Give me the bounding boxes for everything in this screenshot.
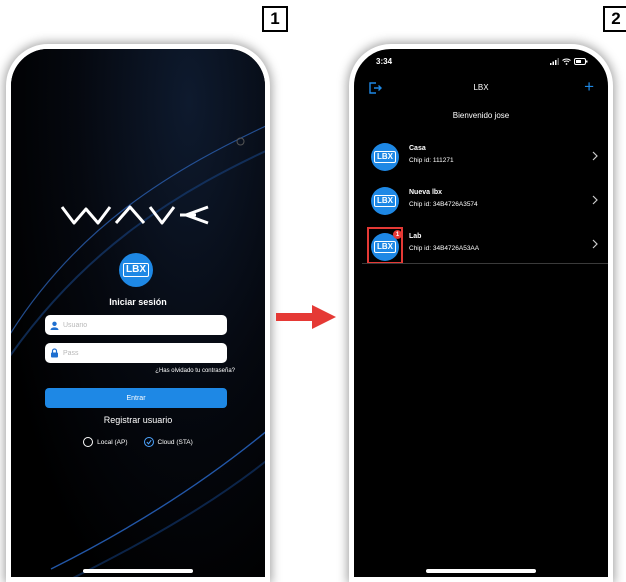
device-name: Casa [409,145,426,152]
username-input[interactable] [63,321,227,329]
nav-title: LBX [473,83,489,92]
login-title: Iniciar sesión [109,297,167,307]
home-indicator [426,569,536,573]
mode-cloud-option[interactable]: Cloud (STA) [143,437,193,447]
nav-bar: LBX + [354,77,608,101]
status-time: 3:34 [376,57,393,66]
status-bar: 3:34 [354,57,608,71]
login-phone: LBX Iniciar sesión ¿Has olvidado tu cont… [6,44,270,582]
mode-cloud-label: Cloud (STA) [157,438,193,446]
forgot-password-link[interactable]: ¿Has olvidado tu contraseña? [155,368,235,374]
device-name: Lab [409,233,422,240]
wave-logo [60,205,209,225]
lbx-device-icon: LBX 1 [371,230,402,261]
enter-button[interactable]: Entrar [45,388,227,408]
lbx-icon-text: LBX [374,241,396,253]
lbx-icon-text: LBX [374,151,396,163]
signal-icon [550,58,559,65]
chevron-right-icon [592,151,598,161]
username-field[interactable] [45,315,227,335]
chevron-right-icon [592,195,598,205]
password-field[interactable] [45,343,227,363]
lbx-logo: LBX [119,253,153,287]
device-chip-id: Chip id: 111271 [409,157,454,164]
wifi-icon [562,58,571,65]
add-device-button[interactable]: + [584,77,594,97]
welcome-text: Bienvenido jose [452,111,510,120]
right-arrow-icon [276,305,336,329]
lbx-logo-text: LBX [123,263,149,277]
password-input[interactable] [63,349,227,357]
radio-checked-icon [143,437,154,447]
notification-badge: 1 [393,230,402,239]
connection-mode-group: Local (AP) Cloud (STA) [11,437,265,447]
step-badge-1: 1 [262,6,288,32]
device-item-nueva-lbx[interactable]: LBX Nueva lbx Chip id: 34B4726A3574 [354,179,608,223]
mode-local-label: Local (AP) [97,438,128,446]
mode-local-option[interactable]: Local (AP) [83,437,128,447]
lbx-device-icon: LBX [371,187,399,215]
battery-icon [574,58,588,65]
status-icons [550,58,588,65]
globe-settings-icon[interactable] [236,133,245,151]
device-item-lab[interactable]: LBX 1 Lab Chip id: 34B4726A53AA [354,223,608,267]
device-chip-id: Chip id: 34B4726A53AA [409,245,480,252]
device-chip-id: Chip id: 34B4726A3574 [409,201,478,208]
radio-unchecked-icon [83,437,94,447]
lbx-icon-text: LBX [374,195,396,207]
device-name: Nueva lbx [409,189,443,196]
user-icon [45,321,63,330]
chevron-right-icon [592,239,598,249]
register-user-link[interactable]: Registrar usuario [11,415,265,425]
home-indicator [83,569,193,573]
devices-phone: 3:34 LBX + Bienvenido jose LBX Casa Chip… [349,44,613,582]
lock-icon [45,348,63,358]
lbx-device-icon: LBX [371,143,399,171]
device-item-casa[interactable]: LBX Casa Chip id: 111271 [354,135,608,179]
step-badge-2: 2 [603,6,626,32]
list-separator [362,263,608,264]
